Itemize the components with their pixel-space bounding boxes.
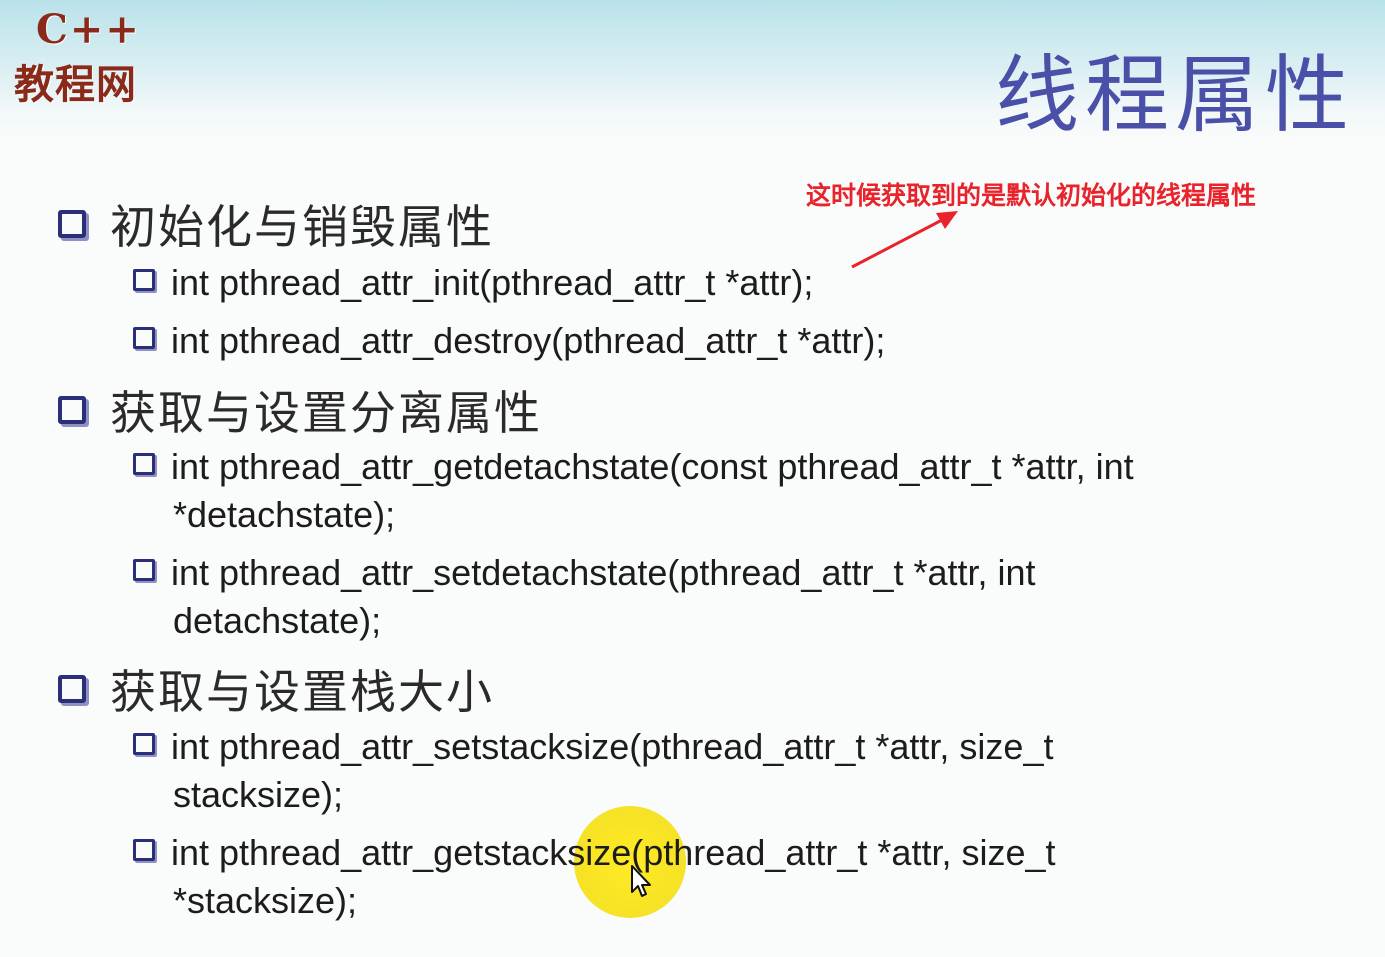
square-bullet-icon — [133, 453, 155, 475]
function-signature-continuation: *detachstate); — [173, 494, 396, 535]
square-bullet-icon — [133, 269, 155, 291]
function-signature: int pthread_attr_destroy(pthread_attr_t … — [171, 320, 886, 361]
list-item: int pthread_attr_destroy(pthread_attr_t … — [133, 317, 885, 365]
square-bullet-icon — [133, 327, 155, 349]
section-heading-text: 获取与设置栈大小 — [110, 665, 494, 719]
section-heading-text: 初始化与销毁属性 — [110, 200, 494, 254]
section-heading: 获取与设置分离属性 — [58, 382, 542, 440]
list-item: int pthread_attr_setstacksize(pthread_at… — [133, 723, 1053, 771]
section-heading-text: 获取与设置分离属性 — [110, 386, 542, 440]
list-item: int pthread_attr_setdetachstate(pthread_… — [133, 549, 1036, 597]
list-item: int pthread_attr_getstacksize(pthread_at… — [133, 829, 1056, 877]
list-item: int pthread_attr_init(pthread_attr_t *at… — [133, 259, 813, 307]
square-bullet-icon — [58, 210, 86, 238]
square-bullet-icon — [133, 559, 155, 581]
function-signature-continuation: *stacksize); — [173, 880, 358, 921]
square-bullet-icon — [58, 675, 86, 703]
section-heading: 初始化与销毁属性 — [58, 196, 494, 254]
function-signature: int pthread_attr_setdetachstate(pthread_… — [171, 552, 1036, 593]
square-bullet-icon — [133, 839, 155, 861]
mouse-pointer-icon — [631, 865, 651, 897]
function-signature: int pthread_attr_getstacksize(pthread_at… — [171, 832, 1056, 873]
section-heading: 获取与设置栈大小 — [58, 661, 494, 719]
function-signature: int pthread_attr_init(pthread_attr_t *at… — [171, 262, 814, 303]
function-signature: int pthread_attr_setstacksize(pthread_at… — [171, 726, 1054, 767]
function-signature-continuation: stacksize); — [173, 774, 344, 815]
list-item: int pthread_attr_getdetachstate(const pt… — [133, 443, 1134, 491]
function-signature: int pthread_attr_getdetachstate(const pt… — [171, 446, 1134, 487]
function-signature-continuation: detachstate); — [173, 600, 382, 641]
square-bullet-icon — [58, 396, 86, 424]
square-bullet-icon — [133, 733, 155, 755]
